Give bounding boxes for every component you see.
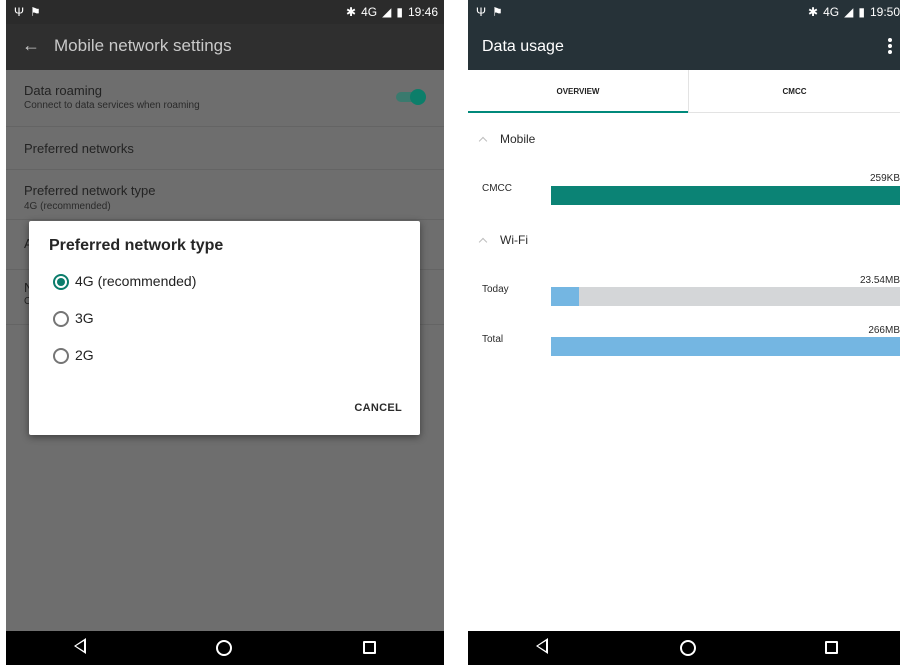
toolbar: ← Mobile network settings [6,24,444,70]
radio-unchecked-icon[interactable] [53,348,69,364]
setting-title: Data roaming [24,83,103,98]
usage-label-total: Total [482,334,504,345]
setting-data-roaming[interactable]: Data roaming Connect to data services wh… [6,70,444,127]
usage-bar-today[interactable] [551,287,900,306]
toggle-thumb [410,89,426,105]
clock: 19:46 [407,5,438,19]
toolbar: Data usage [468,24,900,70]
tab-overview[interactable]: OVERVIEW [468,70,688,113]
section-header-wifi[interactable]: Wi-Fi [478,233,528,247]
usage-label-today: Today [482,284,509,295]
signal-icon: ◢ [382,5,392,19]
nav-recents-icon[interactable] [363,641,376,654]
notification-icon: ⚑ [30,5,41,19]
clock: 19:50 [869,5,900,19]
network-type: 4G [823,5,840,19]
chevron-up-icon [478,237,488,247]
data-usage-screen: Ψ ⚑ ✱ 4G ◢ ▮ 19:50 Data usage OVERVIEW CMCC M… [468,0,900,665]
setting-summary: 4G (recommended) [24,201,111,212]
bluetooth-icon: ✱ [346,5,357,19]
page-title: Data usage [482,38,564,55]
section-title: Wi-Fi [500,233,528,247]
setting-title: Preferred network type [24,183,156,198]
usage-bar-cmcc[interactable] [551,186,900,205]
radio-label: 3G [75,310,94,326]
status-bar: Ψ ⚑ ✱ 4G ◢ ▮ 19:46 [6,0,444,24]
status-bar: Ψ ⚑ ✱ 4G ◢ ▮ 19:50 [468,0,900,24]
usb-icon: Ψ [476,5,487,19]
network-type: 4G [361,5,378,19]
radio-unchecked-icon[interactable] [53,311,69,327]
notification-icon: ⚑ [492,5,503,19]
tab-bar: OVERVIEW CMCC [468,70,900,113]
nav-back-icon[interactable] [536,638,548,654]
nav-home-icon[interactable] [680,640,696,656]
section-header-mobile[interactable]: Mobile [478,132,536,146]
setting-title: Preferred networks [24,141,134,156]
nav-back-icon[interactable] [74,638,86,654]
bluetooth-icon: ✱ [808,5,819,19]
usage-bar-total[interactable] [551,337,900,356]
nav-recents-icon[interactable] [825,641,838,654]
usage-bar-fill [551,287,579,306]
usb-icon: Ψ [14,5,25,19]
battery-icon: ▮ [858,5,865,19]
back-arrow-icon[interactable]: ← [22,35,40,56]
usage-value-cmcc: 259KB [869,173,900,184]
usage-value-total: 266MB [868,325,900,336]
setting-preferred-networks[interactable]: Preferred networks [6,127,444,170]
chevron-up-icon [478,136,488,146]
nav-bar [468,631,900,665]
data-roaming-toggle[interactable] [396,89,426,105]
radio-label: 2G [75,347,94,363]
section-title: Mobile [500,132,536,146]
usage-value-today: 23.54MB [859,275,900,286]
nav-bar [6,631,444,665]
network-type-dialog: Preferred network type 4G (recommended) … [29,221,420,435]
nav-home-icon[interactable] [216,640,232,656]
page-title: Mobile network settings [54,36,232,55]
overflow-menu-icon[interactable] [888,38,892,54]
usage-bar-fill [551,186,900,205]
setting-summary: Connect to data services when roaming [24,100,200,111]
signal-icon: ◢ [844,5,854,19]
radio-checked-icon[interactable] [53,274,69,290]
dialog-title: Preferred network type [49,237,224,254]
tab-cmcc[interactable]: CMCC [688,70,900,113]
usage-bar-fill [551,337,900,356]
radio-label: 4G (recommended) [75,273,197,289]
battery-icon: ▮ [396,5,403,19]
usage-label-cmcc: CMCC [482,183,512,194]
mobile-network-settings-screen: Ψ ⚑ ✱ 4G ◢ ▮ 19:46 ← Mobile network settings … [6,0,444,665]
setting-preferred-network-type[interactable]: Preferred network type 4G (recommended) [6,170,444,220]
cancel-button[interactable]: CANCEL [354,402,402,414]
